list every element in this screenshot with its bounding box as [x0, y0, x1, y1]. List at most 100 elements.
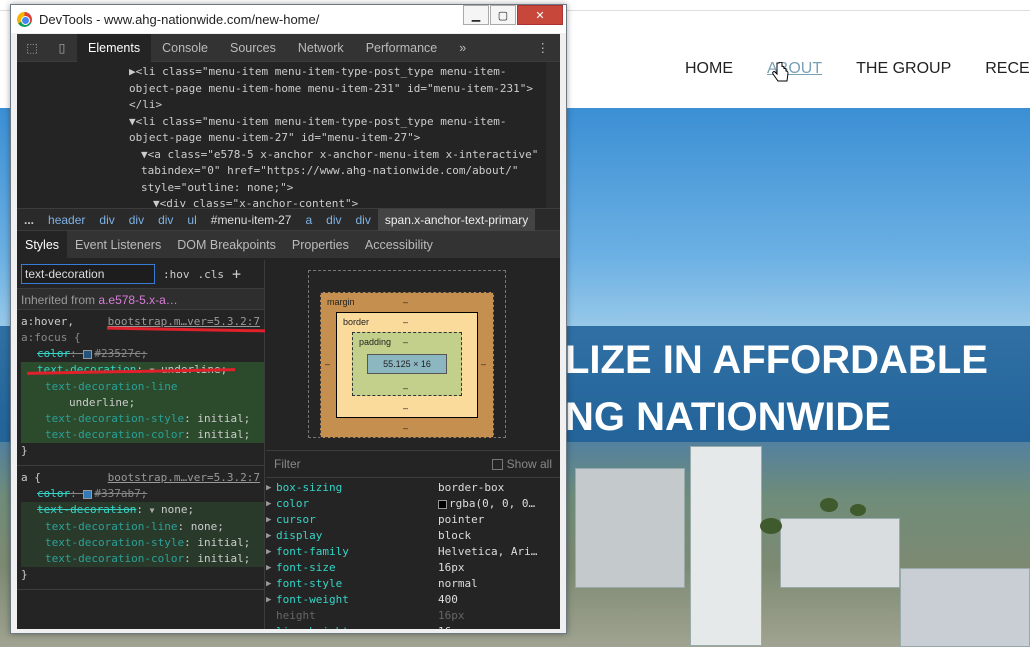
cls-toggle[interactable]: .cls — [198, 268, 225, 281]
tab-event-listeners[interactable]: Event Listeners — [67, 231, 169, 259]
margin-label: margin — [327, 297, 355, 307]
box-model: margin – – – – border – – padding – – 55… — [266, 260, 560, 450]
tab-properties[interactable]: Properties — [284, 231, 357, 259]
css-property: text-decoration — [37, 503, 137, 516]
inherited-element-link[interactable]: a.e578-5.x-a… — [98, 293, 177, 307]
computed-name: box-sizing — [276, 481, 343, 494]
dom-node[interactable]: ▼<div class="x-anchor-content"> — [17, 196, 560, 213]
computed-row[interactable]: ▶line-height16px — [266, 624, 560, 629]
border-bottom-value[interactable]: – — [403, 403, 408, 413]
css-value: underline; — [69, 396, 136, 409]
styles-filter-input[interactable] — [21, 264, 155, 284]
expand-arrow-icon[interactable]: ▶ — [266, 624, 276, 629]
padding-top-value[interactable]: – — [403, 337, 408, 347]
expand-arrow-icon[interactable]: ▶ — [266, 544, 276, 560]
css-declaration[interactable]: color: #337ab7; — [21, 486, 264, 502]
css-longhand: text-decoration-line — [21, 379, 264, 395]
expand-arrow-icon[interactable]: ▶ — [266, 576, 276, 592]
rule-selector[interactable]: a:focus { — [21, 330, 264, 346]
dom-node[interactable]: </li> — [17, 97, 560, 114]
device-toolbar-icon[interactable]: ▯ — [47, 40, 77, 55]
breadcrumb-item[interactable]: ... — [17, 213, 41, 227]
margin-bottom-value[interactable]: – — [403, 423, 408, 433]
tab-accessibility[interactable]: Accessibility — [357, 231, 441, 259]
computed-row[interactable]: ▶ box-sizing border-box — [266, 480, 560, 496]
computed-row[interactable]: ▶ font-family Helvetica, Ari… — [266, 544, 560, 560]
hov-toggle[interactable]: :hov — [163, 268, 190, 281]
expand-arrow-icon[interactable]: ▶ — [266, 592, 276, 608]
expand-arrow-icon[interactable]: ▶ — [266, 528, 276, 544]
content-size[interactable]: 55.125 × 16 — [383, 359, 431, 369]
css-value: none; — [190, 520, 224, 533]
computed-row[interactable]: ▶ font-weight 400 — [266, 592, 560, 608]
dom-node[interactable]: ▼<li class="menu-item menu-item-type-pos… — [17, 114, 560, 131]
nav-home[interactable]: HOME — [685, 60, 733, 78]
computed-row[interactable]: ▶ color rgba(0, 0, 0… — [266, 496, 560, 512]
border-top-value[interactable]: – — [403, 317, 408, 327]
tab-elements[interactable]: Elements — [77, 34, 152, 62]
color-swatch[interactable] — [83, 349, 93, 359]
breadcrumb-item[interactable]: a — [298, 213, 319, 227]
inspect-icon[interactable]: ⬚ — [17, 40, 47, 55]
dom-node[interactable]: object-page menu-item-home menu-item-231… — [17, 81, 560, 98]
tab-sources[interactable]: Sources — [219, 34, 287, 62]
nav-rece[interactable]: RECE — [985, 60, 1029, 78]
tab-network[interactable]: Network — [287, 34, 355, 62]
css-rule-hover: a:hover, bootstrap.m…ver=5.3.2:7 a:focus… — [17, 310, 266, 466]
expand-arrow-icon[interactable]: ▶ — [266, 512, 276, 528]
css-declaration[interactable]: color: #23527c; — [21, 346, 264, 362]
computed-row[interactable]: ▶ display block — [266, 528, 560, 544]
nav-the-group[interactable]: THE GROUP — [856, 60, 951, 78]
breadcrumb-item[interactable]: ul — [180, 213, 203, 227]
margin-left-value[interactable]: – — [325, 359, 330, 369]
devtools-titlebar[interactable]: DevTools - www.ahg-nationwide.com/new-ho… — [11, 5, 566, 33]
padding-bottom-value[interactable]: – — [403, 383, 408, 393]
tab-dom-breakpoints[interactable]: DOM Breakpoints — [169, 231, 284, 259]
breadcrumb-item[interactable]: div — [92, 213, 121, 227]
rule-source-link[interactable]: bootstrap.m…ver=5.3.2:7 — [108, 470, 260, 486]
color-swatch[interactable] — [83, 489, 93, 499]
computed-pane: margin – – – – border – – padding – – 55… — [266, 260, 560, 629]
menu-icon[interactable]: ⋮ — [526, 34, 561, 62]
css-declaration[interactable]: text-decoration: ▼ none; — [21, 502, 264, 519]
computed-value: normal — [438, 577, 478, 590]
minimize-button[interactable]: ▁ — [463, 5, 489, 25]
breadcrumb-item[interactable]: div — [319, 213, 348, 227]
dom-node[interactable]: object-page menu-item-27" id="menu-item-… — [17, 130, 560, 147]
dom-node[interactable]: tabindex="0" href="https://www.ahg-natio… — [17, 163, 560, 180]
more-tabs-button[interactable]: » — [448, 34, 477, 62]
dom-node[interactable]: ▶<li class="menu-item menu-item-type-pos… — [17, 64, 560, 81]
breadcrumb-item[interactable]: div — [349, 213, 378, 227]
breadcrumb-item[interactable]: div — [122, 213, 151, 227]
breadcrumb-item[interactable]: div — [151, 213, 180, 227]
breadcrumb-item[interactable]: header — [41, 213, 92, 227]
building — [575, 468, 685, 588]
computed-name: line-height — [276, 624, 438, 629]
expand-arrow-icon[interactable]: ▶ — [266, 496, 276, 512]
building — [900, 568, 1030, 647]
dom-scrollbar[interactable] — [546, 62, 560, 208]
computed-filter-input[interactable]: Filter — [274, 457, 301, 471]
styles-subtabs: Styles Event Listeners DOM Breakpoints P… — [17, 230, 560, 259]
maximize-button[interactable]: ▢ — [490, 5, 516, 25]
tab-console[interactable]: Console — [151, 34, 219, 62]
dom-node[interactable]: ▼<a class="e578-5 x-anchor x-anchor-menu… — [17, 147, 560, 164]
expand-arrow-icon[interactable]: ▼ — [150, 506, 155, 515]
computed-name: display — [276, 529, 323, 542]
expand-arrow-icon[interactable]: ▶ — [266, 560, 276, 576]
tab-styles[interactable]: Styles — [17, 230, 68, 259]
computed-row[interactable]: ▶ font-style normal — [266, 576, 560, 592]
breadcrumb-item[interactable]: #menu-item-27 — [204, 213, 299, 227]
computed-row[interactable]: height 16px — [266, 608, 560, 624]
dom-node[interactable]: style="outline: none;"> — [17, 180, 560, 197]
computed-row[interactable]: ▶ cursor pointer — [266, 512, 560, 528]
computed-row[interactable]: ▶ font-size 16px — [266, 560, 560, 576]
add-rule-button[interactable]: + — [232, 265, 241, 283]
computed-name: font-family — [276, 545, 349, 558]
margin-right-value[interactable]: – — [481, 359, 486, 369]
expand-arrow-icon[interactable]: ▶ — [266, 480, 276, 496]
tab-performance[interactable]: Performance — [355, 34, 449, 62]
show-all-checkbox[interactable]: Show all — [491, 457, 552, 471]
close-button[interactable]: ✕ — [517, 5, 563, 25]
margin-top-value[interactable]: – — [403, 297, 408, 307]
